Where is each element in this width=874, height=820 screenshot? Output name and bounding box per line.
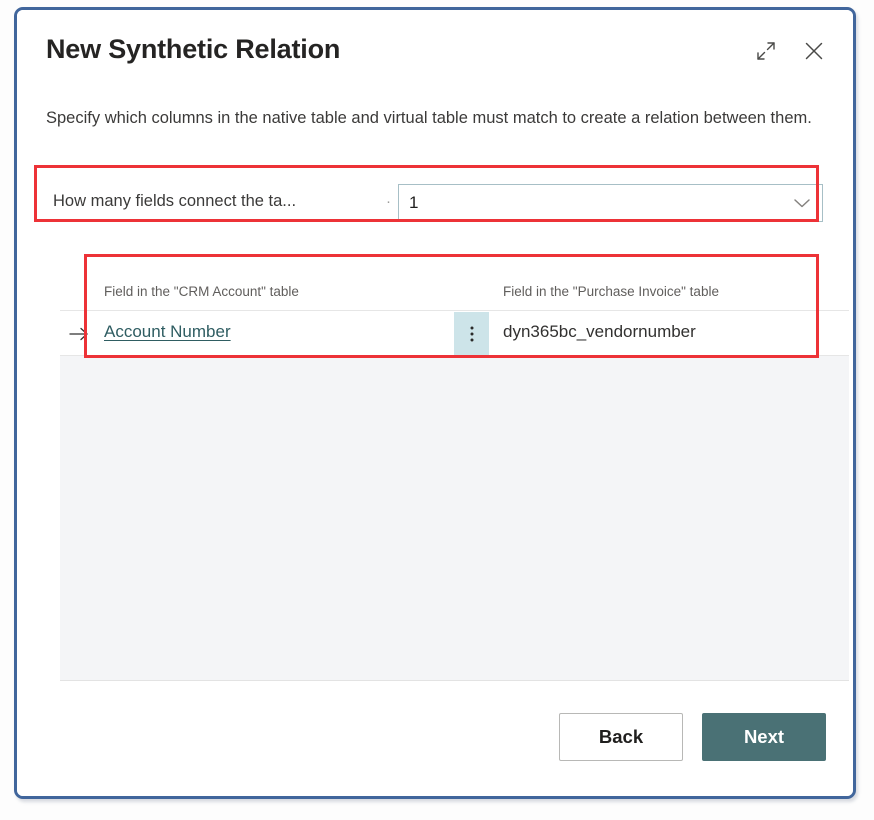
next-button[interactable]: Next	[702, 713, 826, 761]
field-count-separator-dot: ·	[386, 193, 391, 210]
chevron-down-icon	[792, 196, 812, 210]
back-button[interactable]: Back	[559, 713, 683, 761]
field-count-value: 1	[409, 193, 419, 212]
dialog-footer: Back Next	[559, 713, 826, 761]
dialog-header: New Synthetic Relation	[17, 10, 853, 88]
dialog-outer-frame: New Synthetic Relation Specify which col…	[14, 7, 856, 799]
column-header-virtual: Field in the "Purchase Invoice" table	[503, 284, 719, 299]
dialog-header-actions	[751, 36, 829, 66]
new-synthetic-relation-dialog: New Synthetic Relation Specify which col…	[17, 10, 853, 796]
page-title: New Synthetic Relation	[46, 34, 341, 64]
field-mapping-grid: Field in the "CRM Account" table Field i…	[60, 266, 849, 682]
native-field-link[interactable]: Account Number	[104, 322, 231, 342]
grid-column-headers: Field in the "CRM Account" table Field i…	[60, 266, 849, 310]
field-count-row: How many fields connect the ta... · 1	[46, 177, 831, 231]
expand-diagonal-icon[interactable]	[751, 36, 781, 66]
grid-empty-area	[60, 356, 849, 681]
vertical-ellipsis-icon[interactable]	[454, 312, 489, 355]
field-count-label: How many fields connect the ta...	[53, 192, 297, 210]
close-icon[interactable]	[799, 36, 829, 66]
column-header-native: Field in the "CRM Account" table	[104, 284, 299, 299]
dialog-description: Specify which columns in the native tabl…	[46, 109, 812, 127]
table-row[interactable]: Account Number dyn365bc_vendornumber	[60, 310, 849, 356]
row-indicator-arrow-icon	[67, 323, 91, 345]
virtual-field-value: dyn365bc_vendornumber	[503, 322, 696, 341]
field-count-select[interactable]: 1	[398, 184, 823, 222]
screenshot-root: New Synthetic Relation Specify which col…	[0, 0, 874, 820]
